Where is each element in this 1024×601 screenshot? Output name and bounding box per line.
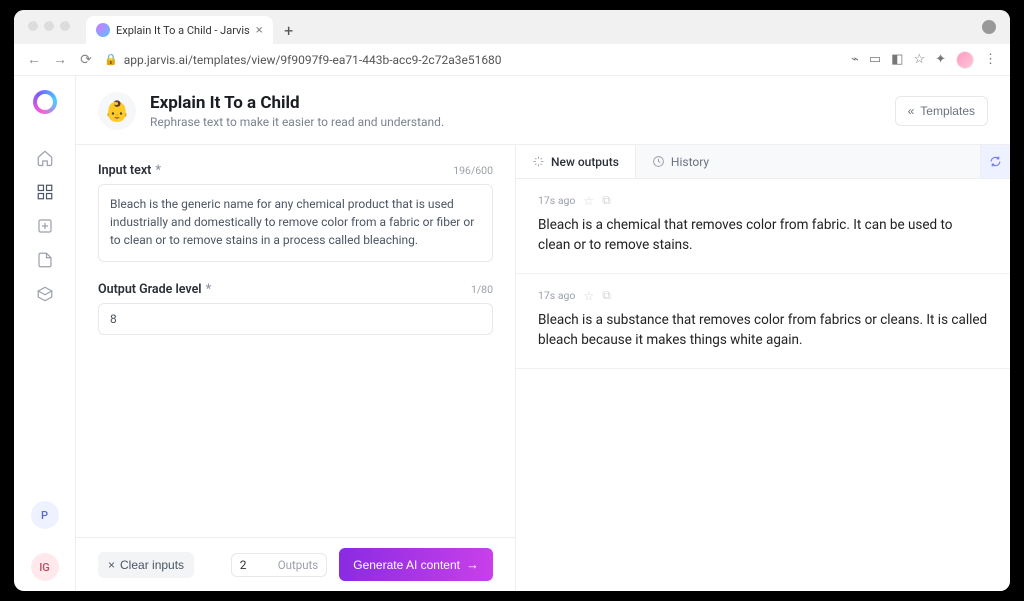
sidebar: P IG xyxy=(14,76,76,591)
workspace-avatar-ig[interactable]: IG xyxy=(31,553,59,581)
documents-icon[interactable] xyxy=(35,250,55,270)
input-footer: × Clear inputs Outputs Generate AI conte… xyxy=(76,537,515,591)
input-text-label: Input text* 196/600 xyxy=(98,163,493,178)
result-item[interactable]: 17s ago ☆ ⧉ Bleach is a chemical that re… xyxy=(516,179,1010,274)
favicon-icon xyxy=(96,23,110,37)
close-window-button[interactable] xyxy=(28,21,38,31)
browser-toolbar-icons: ⌁ ▭ ◧ ☆ ✦ ⋮ xyxy=(851,51,998,69)
copy-icon[interactable]: ⧉ xyxy=(602,288,611,303)
generate-button[interactable]: Generate AI content → xyxy=(339,548,493,581)
star-icon[interactable]: ☆ xyxy=(583,289,594,303)
copy-icon[interactable]: ⧉ xyxy=(602,193,611,208)
bookmark-icon[interactable]: ☆ xyxy=(913,52,925,67)
x-icon: × xyxy=(108,558,115,572)
browser-window: Explain It To a Child - Jarvis × + ← → ⟳… xyxy=(14,10,1010,591)
home-icon[interactable] xyxy=(35,148,55,168)
traffic-light-group xyxy=(28,21,70,31)
result-age: 17s ago xyxy=(538,289,575,302)
browser-tabbar: Explain It To a Child - Jarvis × + xyxy=(14,10,1010,44)
templates-icon[interactable] xyxy=(35,182,55,202)
clear-inputs-button[interactable]: × Clear inputs xyxy=(98,552,194,578)
browser-address-bar: ← → ⟳ 🔒 app.jarvis.ai/templates/view/9f9… xyxy=(14,44,1010,76)
close-tab-icon[interactable]: × xyxy=(256,23,263,38)
tab-history[interactable]: History xyxy=(636,145,725,178)
grade-level-counter: 1/80 xyxy=(471,283,493,296)
refresh-outputs-button[interactable] xyxy=(980,145,1010,178)
reload-button[interactable]: ⟳ xyxy=(78,52,94,68)
kebab-menu-icon[interactable]: ⋮ xyxy=(984,52,998,67)
page-subtitle: Rephrase text to make it easier to read … xyxy=(150,115,444,129)
account-avatar-icon[interactable] xyxy=(982,20,996,34)
grade-level-label: Output Grade level* 1/80 xyxy=(98,282,493,297)
new-tab-button[interactable]: + xyxy=(279,21,299,40)
outputs-count-field[interactable]: Outputs xyxy=(231,553,328,577)
payment-icon[interactable]: ▭ xyxy=(869,52,881,67)
result-item[interactable]: 17s ago ☆ ⧉ Bleach is a substance that r… xyxy=(516,274,1010,369)
tab-title: Explain It To a Child - Jarvis xyxy=(116,24,250,37)
outputs-input[interactable] xyxy=(240,558,270,572)
templates-button[interactable]: « Templates xyxy=(895,96,988,126)
output-panel: New outputs History 17s a xyxy=(516,145,1010,591)
app-container: P IG 👶 Explain It To a Child Rephrase te… xyxy=(14,76,1010,591)
main-area: 👶 Explain It To a Child Rephrase text to… xyxy=(76,76,1010,591)
chevron-left-icon: « xyxy=(908,104,915,118)
sparkle-icon xyxy=(532,155,545,168)
key-icon[interactable]: ⌁ xyxy=(851,52,859,67)
result-age: 17s ago xyxy=(538,194,575,207)
back-button[interactable]: ← xyxy=(26,51,42,68)
forward-button[interactable]: → xyxy=(52,51,68,68)
maximize-window-button[interactable] xyxy=(60,21,70,31)
workflows-icon[interactable] xyxy=(35,216,55,236)
split-pane: Input text* 196/600 Output Grade level* … xyxy=(76,145,1010,591)
output-tabs: New outputs History xyxy=(516,145,1010,179)
page-title: Explain It To a Child xyxy=(150,93,444,113)
browser-tab[interactable]: Explain It To a Child - Jarvis × xyxy=(86,16,273,44)
outputs-label: Outputs xyxy=(278,558,319,572)
puzzle-icon[interactable]: ✦ xyxy=(935,52,946,67)
input-text-field[interactable] xyxy=(98,184,493,262)
app-logo-icon[interactable] xyxy=(33,90,57,114)
results-list: 17s ago ☆ ⧉ Bleach is a chemical that re… xyxy=(516,179,1010,591)
result-meta: 17s ago ☆ ⧉ xyxy=(538,288,988,303)
clock-icon xyxy=(652,155,665,168)
star-icon[interactable]: ☆ xyxy=(583,194,594,208)
input-text-counter: 196/600 xyxy=(453,164,493,177)
workspace-avatar-p[interactable]: P xyxy=(31,501,59,529)
profile-avatar-icon[interactable] xyxy=(956,51,974,69)
grade-level-field[interactable] xyxy=(98,303,493,335)
refresh-icon xyxy=(989,155,1002,168)
package-icon[interactable] xyxy=(35,284,55,304)
extension-icon[interactable]: ◧ xyxy=(891,52,903,67)
template-emoji-icon: 👶 xyxy=(98,92,136,130)
input-panel: Input text* 196/600 Output Grade level* … xyxy=(76,145,516,591)
page-header: 👶 Explain It To a Child Rephrase text to… xyxy=(76,76,1010,145)
tab-new-outputs[interactable]: New outputs xyxy=(516,145,636,178)
result-text: Bleach is a chemical that removes color … xyxy=(538,216,988,255)
minimize-window-button[interactable] xyxy=(44,21,54,31)
arrow-right-icon: → xyxy=(466,557,479,572)
result-text: Bleach is a substance that removes color… xyxy=(538,311,988,350)
url-text: app.jarvis.ai/templates/view/9f9097f9-ea… xyxy=(124,53,502,67)
result-meta: 17s ago ☆ ⧉ xyxy=(538,193,988,208)
url-field[interactable]: 🔒 app.jarvis.ai/templates/view/9f9097f9-… xyxy=(104,53,841,67)
lock-icon: 🔒 xyxy=(104,53,118,66)
